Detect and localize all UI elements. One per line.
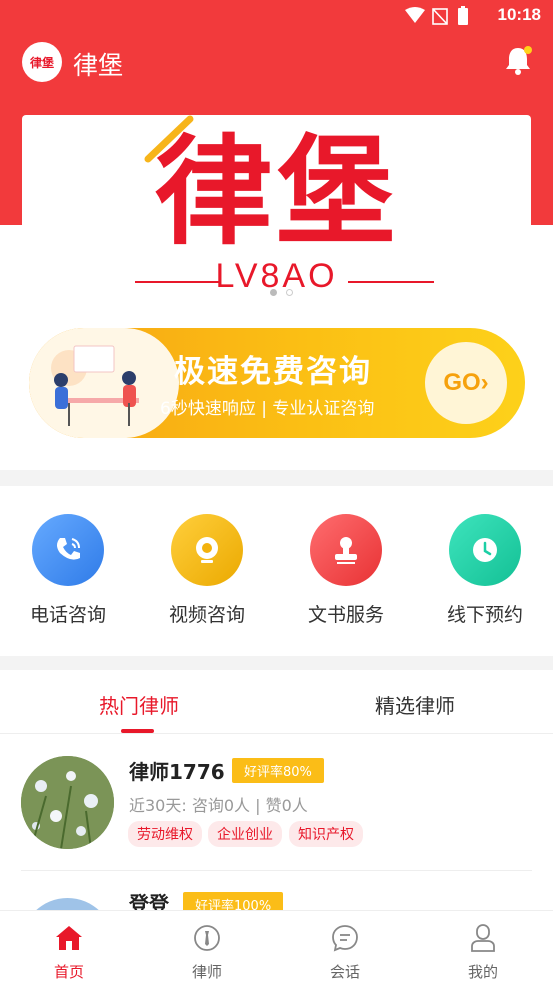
service-phone[interactable]: 电话咨询 <box>8 514 128 627</box>
lawyer-name: 律师1776 <box>129 760 225 784</box>
service-offline-label: 线下预约 <box>446 604 523 626</box>
rating-badge: 好评率100% <box>183 892 284 910</box>
service-documents-label: 文书服务 <box>307 604 384 626</box>
app-bar: 律堡 律堡 <box>0 38 553 90</box>
service-phone-label: 电话咨询 <box>29 604 106 626</box>
tag-startup: 企业创业 <box>208 821 282 847</box>
free-consult-card[interactable]: 极速免费咨询 6秒快速响应 | 专业认证咨询 GO› <box>29 328 525 438</box>
tag-labor: 劳动维权 <box>128 821 202 847</box>
service-documents[interactable]: 文书服务 <box>286 514 406 627</box>
nav-lawyer-label: 律师 <box>191 963 222 981</box>
battery-icon <box>458 8 468 25</box>
tab-divider <box>0 733 553 734</box>
carousel-dots <box>270 281 294 300</box>
lawyer-stats: 近30天: 咨询0人 | 赞0人 <box>129 796 308 815</box>
consult-title: 极速免费咨询 <box>174 354 372 390</box>
profile-icon <box>471 924 495 952</box>
wifi-icon <box>405 7 425 23</box>
service-offline[interactable]: 线下预约 <box>425 514 545 627</box>
status-time: 10:18 <box>497 5 541 24</box>
nav-profile-label: 我的 <box>467 963 498 981</box>
service-video-label: 视频咨询 <box>168 604 245 626</box>
home-icon <box>56 926 82 950</box>
lawyer-avatar <box>21 756 114 849</box>
go-button[interactable]: GO› <box>425 342 507 424</box>
stamp-icon <box>310 514 382 586</box>
nav-lawyer[interactable]: 律师 <box>167 923 247 982</box>
nav-home-label: 首页 <box>53 963 84 981</box>
status-bar: 10:18 <box>0 0 553 32</box>
banner-title: 律堡 <box>154 123 399 261</box>
nav-home[interactable]: 首页 <box>29 923 109 982</box>
service-grid: 电话咨询 视频咨询 文书服务 线下预约 <box>0 486 553 656</box>
tab-hot-lawyers[interactable]: 热门律师 <box>99 690 179 719</box>
tag-ip: 知识产权 <box>289 821 363 847</box>
bottom-navigation: 首页 律师 会话 我的 <box>0 910 553 983</box>
lawyer-section: 热门律师 精选律师 律师1776 好评率80% 近30天: 咨询0人 | 赞0人… <box>0 670 553 910</box>
rating-badge: 好评率80% <box>232 758 324 783</box>
lawyer-avatar <box>21 898 114 910</box>
row-divider <box>21 870 532 871</box>
notification-bell-icon[interactable] <box>503 44 533 76</box>
app-logo: 律堡 <box>22 42 62 82</box>
service-video[interactable]: 视频咨询 <box>147 514 267 627</box>
camera-icon <box>171 514 243 586</box>
hero-banner[interactable]: 律堡 LV8AO 极速免费咨询 6秒快速响应 | 专业认证咨询 GO› <box>22 115 531 470</box>
nav-profile[interactable]: 我的 <box>443 923 523 982</box>
status-icons <box>405 6 468 25</box>
clock-icon <box>449 514 521 586</box>
lawyer-icon <box>194 925 220 951</box>
phone-icon <box>32 514 104 586</box>
notification-dot <box>524 46 532 54</box>
app-title: 律堡 <box>73 51 124 80</box>
tab-selected-lawyers[interactable]: 精选律师 <box>375 690 455 719</box>
nav-chat[interactable]: 会话 <box>305 923 385 982</box>
nav-chat-label: 会话 <box>329 963 360 981</box>
consult-illustration <box>29 328 179 438</box>
chat-icon <box>332 925 358 952</box>
consult-subtitle: 6秒快速响应 | 专业认证咨询 <box>160 399 375 419</box>
lawyer-name: 登登 <box>129 892 169 910</box>
